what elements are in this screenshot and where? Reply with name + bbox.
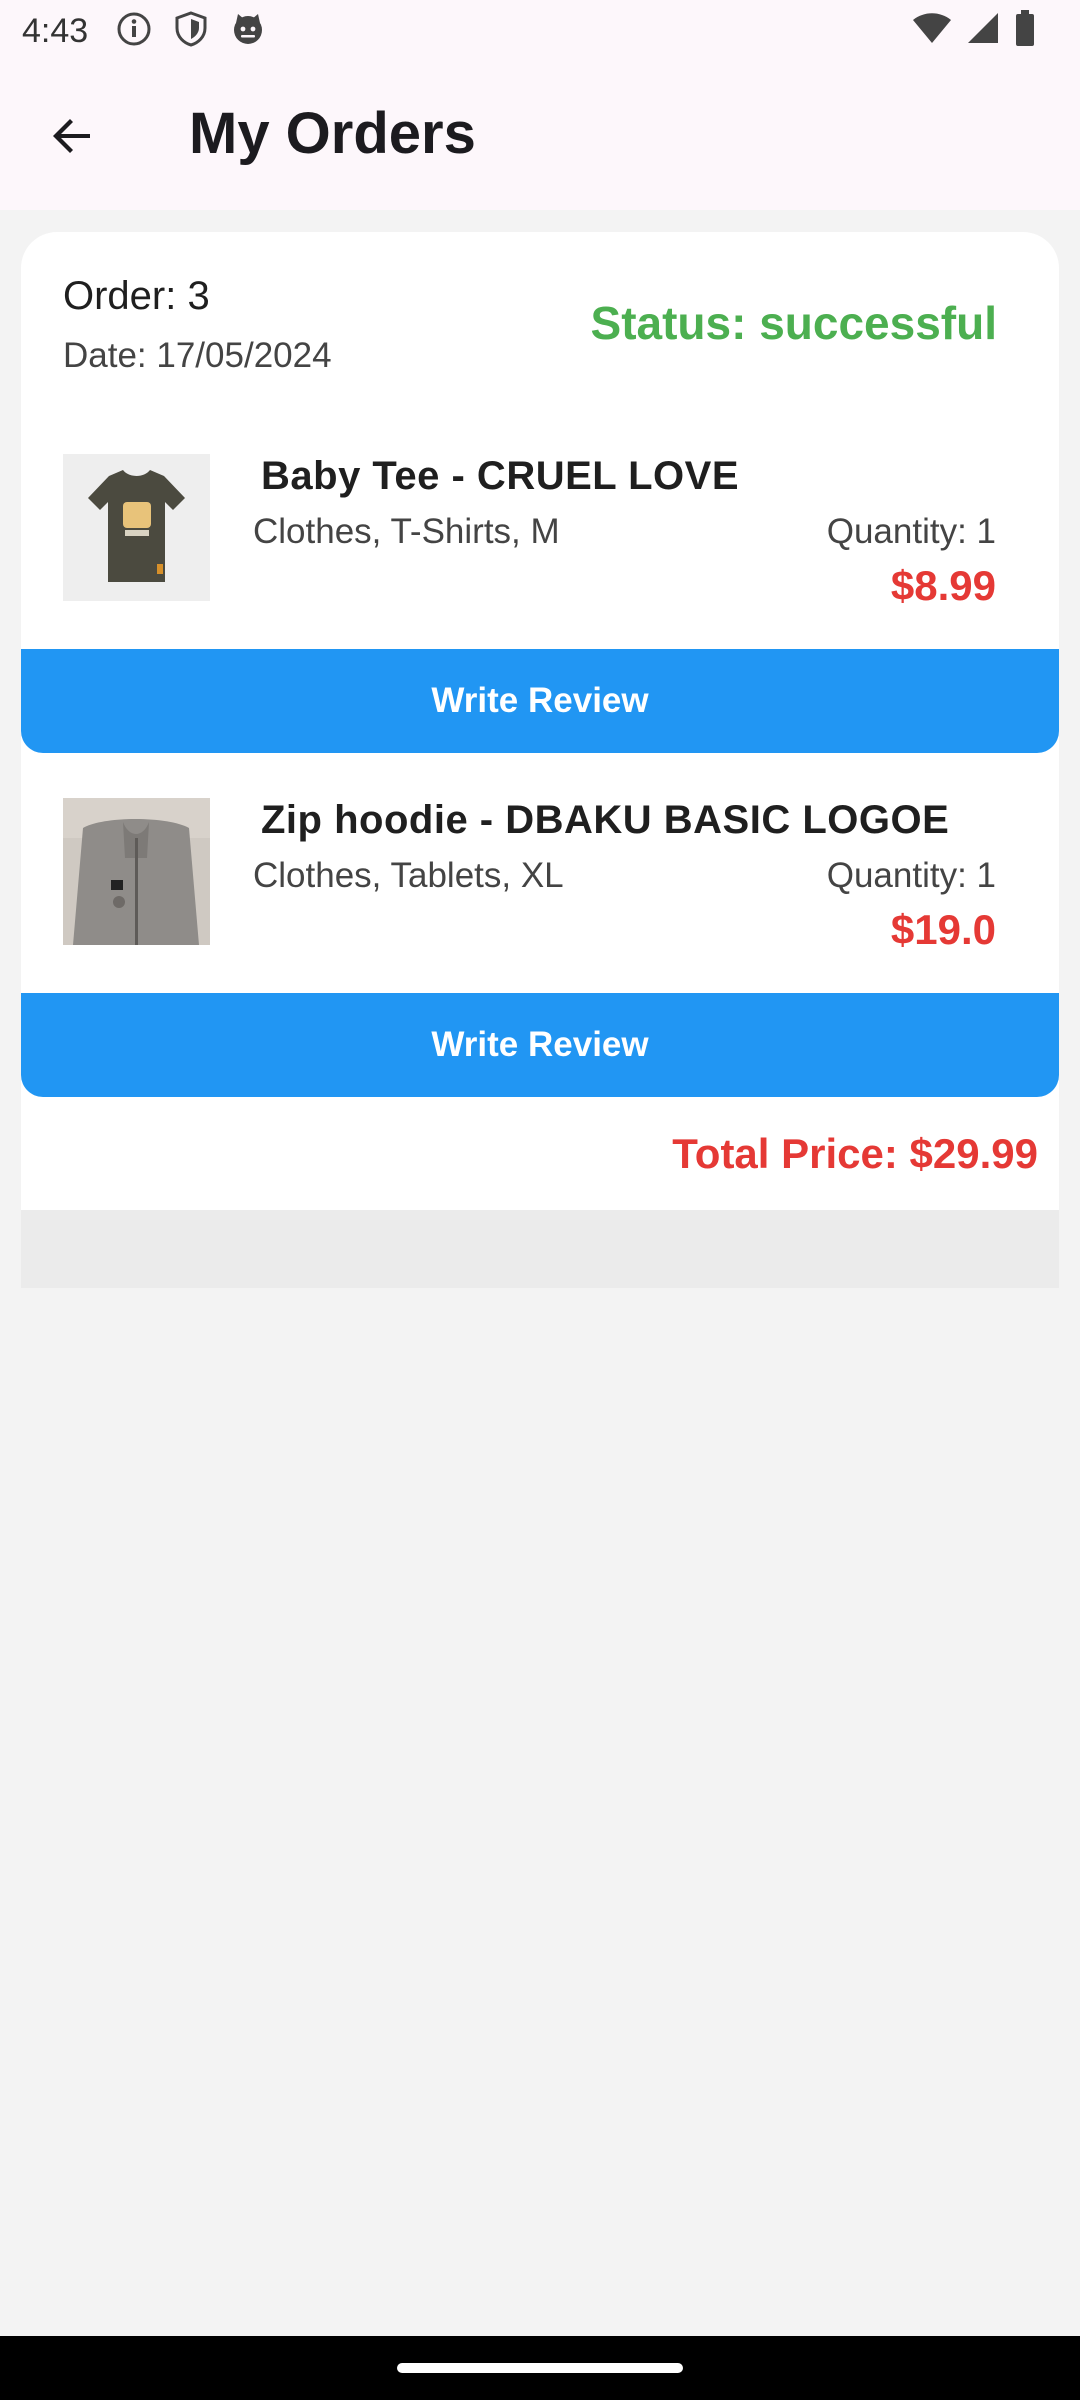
product-name: Zip hoodie - DBAKU BASIC LOGOE [261, 798, 950, 842]
total-price: Total Price: $29.99 [672, 1130, 1038, 1177]
status-icons-right [912, 10, 1036, 51]
signal-icon [966, 11, 1000, 50]
write-review-button[interactable]: Write Review [21, 649, 1059, 753]
order-card: Order: 3 Date: 17/05/2024 Status: succes… [21, 232, 1059, 1210]
order-number: Order: 3 [63, 274, 210, 318]
screen: 4:43 My Orders Order: 3 Date: 17/05/2024… [0, 0, 1080, 2400]
order-date: Date: 17/05/2024 [63, 336, 332, 375]
home-gesture-handle[interactable] [397, 2363, 683, 2373]
order-item: Baby Tee - CRUEL LOVE Clothes, T-Shirts,… [21, 454, 1059, 614]
back-button[interactable] [36, 102, 108, 174]
wifi-icon [912, 11, 952, 50]
battery-icon [1014, 10, 1036, 51]
card-footer [21, 1210, 1059, 1288]
app-bar: My Orders [0, 62, 1080, 210]
product-categories: Clothes, T-Shirts, M [253, 512, 560, 551]
write-review-button[interactable]: Write Review [21, 993, 1059, 1097]
page-title: My Orders [189, 101, 476, 166]
product-quantity: Quantity: 1 [826, 512, 996, 551]
product-categories: Clothes, Tablets, XL [253, 856, 564, 895]
product-thumbnail [63, 798, 210, 945]
product-name: Baby Tee - CRUEL LOVE [261, 454, 739, 498]
product-price: $19.0 [890, 906, 996, 953]
status-bar: 4:43 [0, 0, 1080, 62]
order-status: Status: successful [590, 297, 997, 349]
arrow-left-icon [48, 112, 96, 165]
shield-icon [174, 10, 208, 52]
order-item: Zip hoodie - DBAKU BASIC LOGOE Clothes, … [21, 798, 1059, 958]
product-price: $8.99 [890, 562, 996, 609]
cat-face-icon [230, 11, 266, 52]
status-time: 4:43 [22, 11, 89, 50]
product-thumbnail [63, 454, 210, 601]
status-icons-left [116, 10, 266, 52]
product-quantity: Quantity: 1 [826, 856, 996, 895]
info-icon [116, 11, 152, 52]
